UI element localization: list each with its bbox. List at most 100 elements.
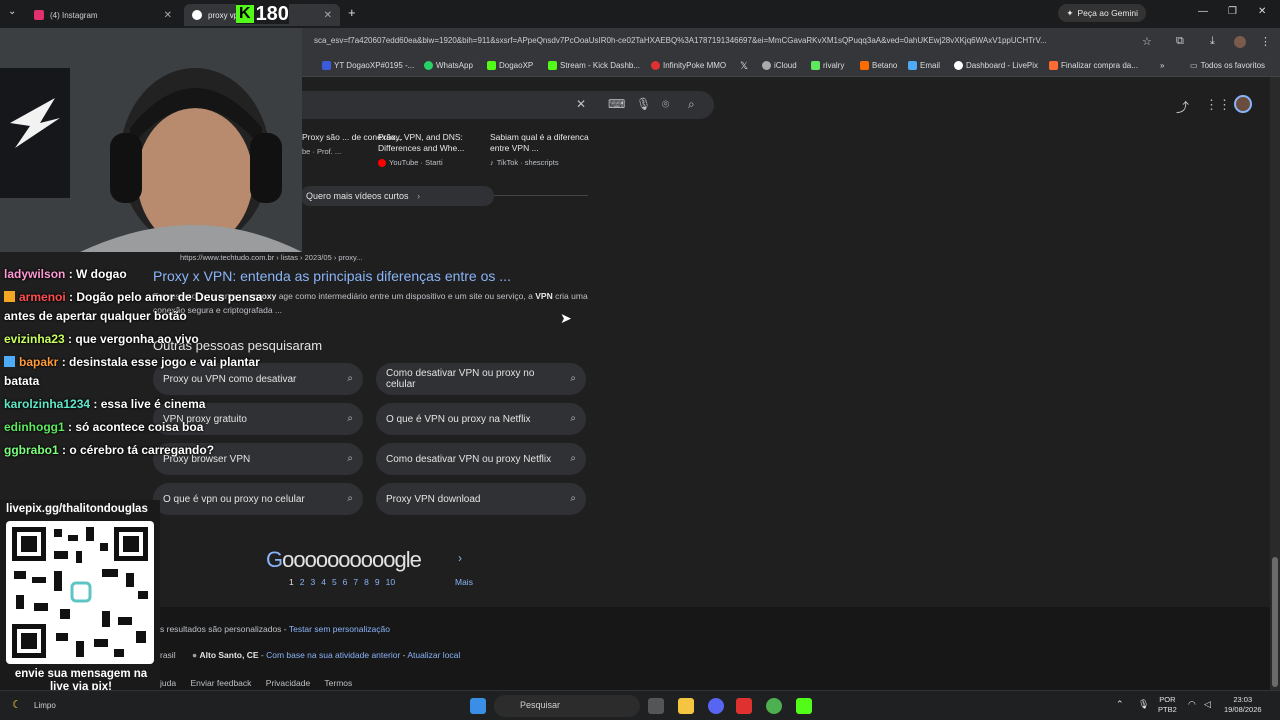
more-bookmarks-icon[interactable]: » (1160, 61, 1164, 70)
new-tab-icon[interactable]: + (348, 5, 356, 20)
page-number[interactable]: 3 (310, 577, 315, 587)
more-shorts-button[interactable]: Quero mais vídeos curtos › (300, 186, 494, 206)
livepix-url: livepix.gg/thalitondouglas (6, 503, 148, 515)
close-tab-icon[interactable]: ✕ (164, 10, 172, 21)
bookmark-item[interactable]: YT DogaoXP#0195 -... (322, 61, 414, 70)
chat-message: bapakr : desinstala esse jogo e vai plan… (4, 355, 260, 369)
privacy-link[interactable]: Privacidade (266, 678, 310, 688)
test-without-personalization-link[interactable]: Testar sem personalização (289, 624, 390, 634)
tab-instagram[interactable]: (4) Instagram ✕ (26, 4, 180, 26)
bookmark-item[interactable]: InfinityPoke MMO (651, 61, 726, 70)
profile-avatar[interactable] (1234, 36, 1246, 48)
apps-grid-icon[interactable]: ⋮⋮ (1205, 97, 1231, 113)
all-bookmarks[interactable]: ▭ Todos os favoritos (1190, 61, 1265, 70)
mic-tray-icon[interactable]: 🎙 (1138, 699, 1149, 709)
kick-app-icon[interactable] (796, 698, 812, 714)
moon-icon: ☾ (12, 699, 22, 711)
page-number[interactable]: 5 (332, 577, 337, 587)
mic-icon[interactable]: 🎙 (636, 97, 651, 111)
bookmark-item[interactable]: Dashboard - LivePix (954, 61, 1038, 70)
close-tab-icon[interactable]: ✕ (324, 10, 332, 21)
star-icon[interactable]: ☆ (1142, 35, 1152, 48)
page-number[interactable]: 10 (386, 577, 395, 587)
lens-icon[interactable]: ⌾ (662, 97, 669, 112)
related-search-chip[interactable]: O que é VPN ou proxy na Netflix ⌕ (376, 403, 586, 435)
taskbar-search[interactable]: Pesquisar (494, 695, 640, 717)
page-number[interactable]: 6 (343, 577, 348, 587)
page-number[interactable]: 2 (300, 577, 305, 587)
next-page-icon[interactable]: › (458, 551, 462, 565)
kick-counter: K 180 (236, 3, 289, 25)
badge-icon (4, 291, 15, 302)
help-link[interactable]: juda (160, 678, 176, 688)
feedback-link[interactable]: Enviar feedback (190, 678, 251, 688)
scroll-thumb[interactable] (1272, 557, 1278, 687)
bookmark-item[interactable]: 𝕏 (740, 61, 748, 72)
tab-search-icon[interactable]: ⌄ (8, 6, 16, 17)
location-dot-icon: ● (191, 650, 198, 660)
search-icon[interactable]: ⌕ (688, 97, 695, 112)
clear-icon[interactable]: ✕ (576, 97, 586, 111)
language-indicator[interactable]: POR PTB2 (1158, 695, 1177, 715)
related-search-chip[interactable]: O que é vpn ou proxy no celular ⌕ (153, 483, 363, 515)
terms-link[interactable]: Termos (324, 678, 352, 688)
bookmark-item[interactable]: Betano (860, 61, 897, 70)
share-icon[interactable]: ⤴ (1176, 97, 1189, 116)
wifi-icon[interactable]: ◠ (1188, 699, 1196, 709)
short-video-card[interactable]: Sabiam qual é a diferenca entre VPN ... … (490, 132, 594, 168)
bookmark-item[interactable]: Email (908, 61, 940, 70)
qr-code-image (6, 521, 154, 664)
maximize-icon[interactable]: ❐ (1228, 6, 1237, 17)
bookmark-item[interactable]: Stream - Kick Dashb... (548, 61, 640, 70)
kick-icon (548, 61, 557, 70)
short-video-card[interactable]: Proxy, VPN, and DNS: Differences and Whe… (378, 132, 482, 168)
file-explorer-icon[interactable] (678, 698, 694, 714)
volume-icon[interactable]: ◁ (1204, 699, 1211, 709)
icloud-icon (762, 61, 771, 70)
chrome-icon[interactable] (766, 698, 782, 714)
z-app-icon[interactable] (736, 698, 752, 714)
shop-icon (1049, 61, 1058, 70)
update-location-link[interactable]: Atualizar local (407, 650, 460, 660)
page-number[interactable]: 4 (321, 577, 326, 587)
discord-icon[interactable] (708, 698, 724, 714)
bookmark-item[interactable]: WhatsApp (424, 61, 473, 70)
gemini-button[interactable]: ✦ Peça ao Gemini (1058, 4, 1146, 22)
chat-message: evizinha23 : que vergonha ao vivo (4, 332, 199, 346)
clock[interactable]: 23:03 19/08/2026 (1224, 695, 1262, 715)
bookmark-item[interactable]: iCloud (762, 61, 797, 70)
bookmark-item[interactable]: Finalizar compra da... (1049, 61, 1138, 70)
close-window-icon[interactable]: ✕ (1258, 6, 1266, 17)
more-pages-link[interactable]: Mais (455, 577, 473, 587)
footer: s resultados são personalizados - Testar… (0, 607, 1270, 690)
page-scrollbar[interactable] (1270, 77, 1280, 690)
location-basis-link[interactable]: Com base na sua atividade anterior (266, 650, 400, 660)
result-title-link[interactable]: Proxy x VPN: entenda as principais difer… (153, 268, 511, 284)
task-view-icon[interactable] (648, 698, 664, 714)
url-field[interactable]: sca_esv=f7a420607edd60ea&biw=1920&bih=91… (314, 36, 1134, 45)
webcam-overlay (0, 28, 302, 252)
result-url[interactable]: https://www.techtudo.com.br › listas › 2… (180, 253, 362, 262)
page-number[interactable]: 9 (375, 577, 380, 587)
download-icon[interactable]: ⤓ (1210, 35, 1215, 48)
related-search-chip[interactable]: Como desativar VPN ou proxy Netflix ⌕ (376, 443, 586, 475)
weather-label[interactable]: Limpo (34, 701, 56, 710)
pokeball-icon (651, 61, 660, 70)
page-number[interactable]: 8 (364, 577, 369, 587)
bookmark-item[interactable]: DogaoXP (487, 61, 533, 70)
betano-icon (860, 61, 869, 70)
minimize-icon[interactable]: — (1198, 6, 1208, 17)
related-search-chip[interactable]: Proxy VPN download ⌕ (376, 483, 586, 515)
page-number[interactable]: 7 (353, 577, 358, 587)
search-icon: ⌕ (347, 413, 353, 424)
personalization-note: s resultados são personalizados - Testar… (160, 624, 390, 634)
related-search-chip[interactable]: Como desativar VPN ou proxy no celular ⌕ (376, 363, 586, 395)
menu-icon[interactable]: ⋮ (1260, 35, 1271, 48)
extensions-icon[interactable]: ⧉ (1176, 35, 1184, 48)
account-avatar[interactable] (1234, 95, 1252, 113)
windows-start-icon[interactable] (470, 698, 486, 714)
bookmark-item[interactable]: rivalry (811, 61, 844, 70)
tray-chevron-icon[interactable]: ⌃ (1116, 699, 1124, 709)
keyboard-icon[interactable]: ⌨ (608, 97, 625, 111)
search-box[interactable]: ✕ ⌨ 🎙 ⌾ ⌕ (290, 91, 714, 119)
